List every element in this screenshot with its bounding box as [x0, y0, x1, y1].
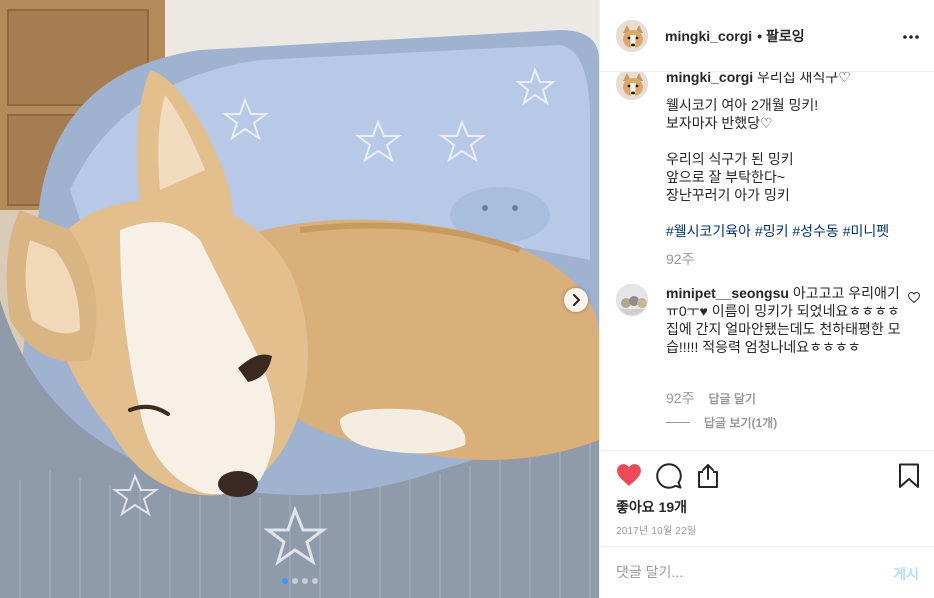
- following-button[interactable]: 팔로잉: [766, 26, 805, 46]
- view-replies-label: 답글 보기(1개): [704, 416, 778, 430]
- pets-avatar-image: [617, 285, 647, 315]
- caption-line: 우리의 식구가 된 밍키: [666, 151, 794, 167]
- carousel-dot: [312, 578, 318, 584]
- caption-first-line: 우리집 새식구♡: [757, 72, 851, 85]
- caption-avatar[interactable]: [616, 72, 648, 100]
- caption-line: 웰시코기 여아 2개월 밍키!: [666, 97, 819, 113]
- post-side-panel: mingki_corgi • 팔로잉 mingki_corgi 우리집 새식구♡…: [599, 0, 934, 598]
- comment-input[interactable]: [616, 561, 866, 583]
- like-button[interactable]: [616, 463, 642, 490]
- like-comment-button[interactable]: [907, 290, 921, 306]
- caption-line: [666, 204, 926, 222]
- more-options-button[interactable]: [903, 26, 919, 42]
- reply-button[interactable]: 답글 달기: [708, 390, 756, 407]
- caption-line: 앞으로 잘 부탁한다~: [666, 169, 785, 185]
- divider-line: [666, 422, 690, 423]
- share-icon: [698, 464, 718, 488]
- post-date[interactable]: 2017년 10월 22일: [616, 522, 696, 537]
- post-photo[interactable]: [0, 0, 599, 598]
- corgi-avatar-image: [617, 20, 647, 51]
- comment-meta: 92주 답글 달기: [666, 388, 756, 408]
- view-replies-button[interactable]: 답글 보기(1개): [666, 414, 777, 431]
- carousel-dot: [292, 578, 298, 584]
- author-avatar[interactable]: [616, 19, 648, 52]
- corgi-avatar-image: [617, 72, 647, 99]
- share-button[interactable]: [696, 463, 720, 492]
- follow-separator: •: [757, 27, 763, 44]
- caption-line: [666, 132, 926, 150]
- post-comment-button[interactable]: 게시: [893, 564, 919, 584]
- comment-icon: [656, 463, 682, 489]
- comment-timestamp[interactable]: 92주: [666, 388, 694, 408]
- caption-timestamp[interactable]: 92주: [666, 250, 926, 268]
- likes-count[interactable]: 좋아요 19개: [616, 497, 687, 517]
- comments-list[interactable]: mingki_corgi 우리집 새식구♡ 웰시코기 여아 2개월 밍키! 보자…: [600, 72, 934, 450]
- carousel-dot: [302, 578, 308, 584]
- caption-username[interactable]: mingki_corgi: [666, 72, 753, 85]
- caption-line: 장난꾸러기 아가 밍키: [666, 187, 790, 203]
- post-header: mingki_corgi • 팔로잉: [600, 0, 934, 72]
- comment-button[interactable]: [656, 463, 682, 492]
- more-horizontal-icon: [903, 35, 919, 39]
- heart-outline-icon: [907, 291, 921, 304]
- add-comment-bar: 게시: [600, 546, 934, 598]
- heart-filled-icon: [617, 464, 641, 486]
- caption-hashtags[interactable]: #웰시코기육아 #밍키 #성수동 #미니펫: [666, 222, 926, 240]
- carousel-dot-active: [282, 578, 288, 584]
- chevron-right-icon: [573, 294, 580, 306]
- post-actions: 좋아요 19개 2017년 10월 22일: [600, 450, 934, 546]
- comment-body: minipet__seongsu 아고고고 우리애기ㅠ0ㅜ♥ 이름이 밍키가 되…: [666, 284, 908, 356]
- corgi-puppy-photo: [0, 0, 599, 598]
- commenter-avatar[interactable]: [616, 284, 648, 316]
- carousel-indicator: [282, 578, 318, 584]
- bookmark-icon: [899, 463, 919, 488]
- author-username[interactable]: mingki_corgi: [665, 28, 752, 44]
- caption-line: 보자마자 반했당♡: [666, 115, 773, 131]
- commenter-username[interactable]: minipet__seongsu: [666, 285, 789, 301]
- next-photo-button[interactable]: [564, 288, 588, 312]
- save-button[interactable]: [898, 463, 920, 492]
- caption-text: mingki_corgi 우리집 새식구♡ 웰시코기 여아 2개월 밍키! 보자…: [666, 72, 926, 268]
